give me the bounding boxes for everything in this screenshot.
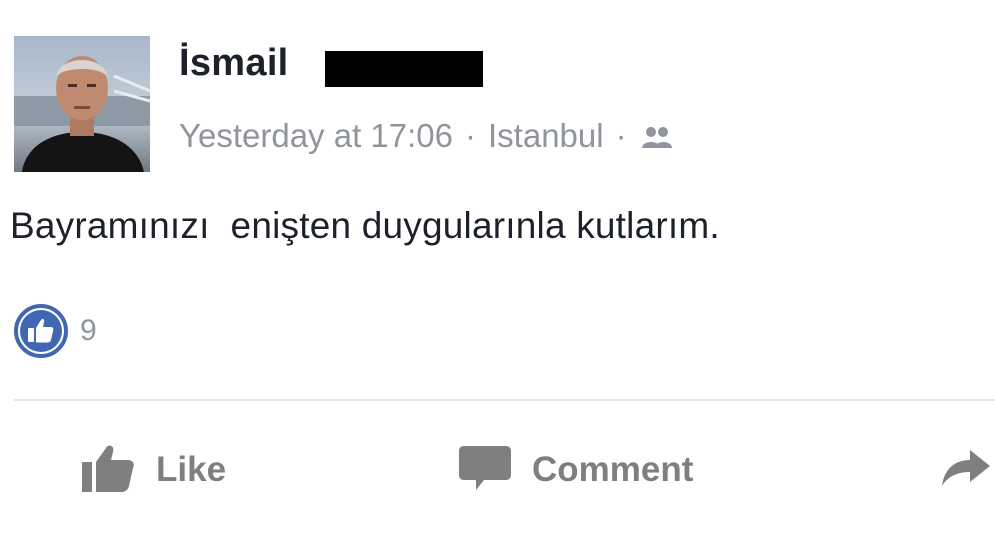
like-count: 9 xyxy=(80,314,97,347)
meta-separator: · xyxy=(615,117,627,154)
author-avatar[interactable] xyxy=(14,36,150,172)
like-label: Like xyxy=(156,450,227,489)
comment-icon xyxy=(458,442,512,499)
post-location[interactable]: Istanbul xyxy=(488,117,604,155)
share-button[interactable] xyxy=(940,430,990,510)
facebook-post: İsmail Yesterday at 17:06 · Istanbul · B… xyxy=(0,0,995,536)
meta-separator: · xyxy=(465,117,476,154)
divider xyxy=(14,399,995,401)
reactions-summary[interactable]: 9 xyxy=(14,304,97,358)
like-icon xyxy=(14,304,68,358)
comment-button[interactable]: Comment xyxy=(458,430,693,510)
post-actions: Like Comment xyxy=(0,430,995,510)
redacted-surname xyxy=(325,51,483,87)
friends-icon[interactable] xyxy=(639,122,675,150)
post-message: Bayramınızı enişten duygularınla kutları… xyxy=(10,205,720,246)
post-timestamp[interactable]: Yesterday at 17:06 xyxy=(179,117,453,155)
post-meta: Yesterday at 17:06 · Istanbul · xyxy=(179,117,675,155)
share-icon xyxy=(940,446,990,495)
thumbs-up-icon xyxy=(80,442,136,499)
comment-label: Comment xyxy=(532,450,694,489)
author-name[interactable]: İsmail xyxy=(179,42,289,85)
like-button[interactable]: Like xyxy=(80,430,226,510)
